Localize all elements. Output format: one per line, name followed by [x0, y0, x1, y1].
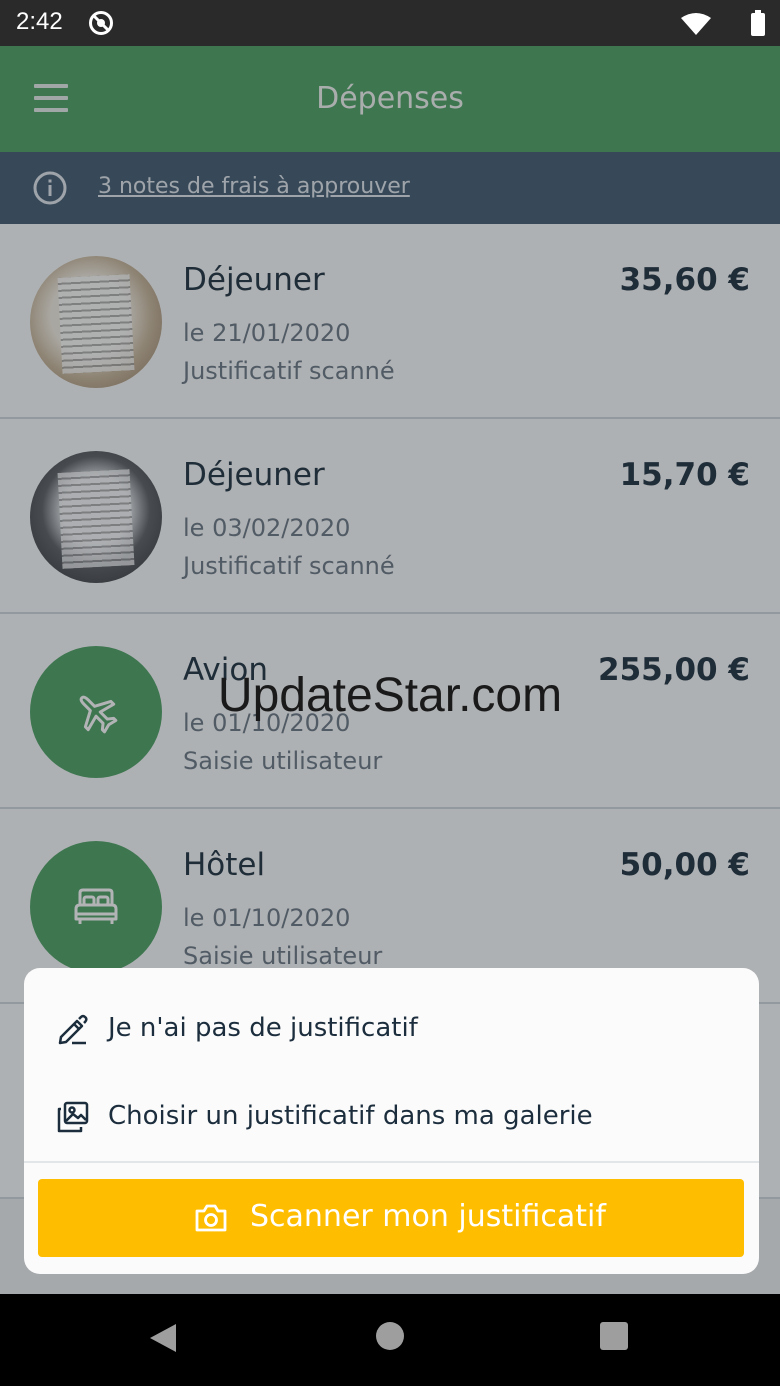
- back-icon[interactable]: [148, 1322, 178, 1354]
- watermark-text: UpdateStar.com: [217, 669, 563, 722]
- add-expense-sheet: Je n'ai pas de justificatif Choisir un j…: [24, 968, 759, 1274]
- battery-icon: [751, 10, 765, 36]
- status-bar: 2:42: [0, 0, 780, 46]
- gallery-label: Choisir un justificatif dans ma galerie: [108, 1101, 593, 1131]
- gallery-icon: [57, 1101, 89, 1133]
- do-not-disturb-icon: [89, 11, 113, 35]
- sheet-divider: [24, 1161, 759, 1163]
- no-receipt-label: Je n'ai pas de justificatif: [108, 1013, 418, 1043]
- gallery-option[interactable]: Choisir un justificatif dans ma galerie: [24, 1074, 759, 1162]
- recents-icon[interactable]: [600, 1322, 628, 1350]
- wifi-icon: [681, 13, 711, 35]
- app-screen: Dépenses 3 notes de frais à approuver Dé…: [0, 46, 780, 1294]
- scan-receipt-button[interactable]: Scanner mon justificatif: [38, 1179, 744, 1257]
- pencil-icon: [58, 1014, 88, 1045]
- scan-receipt-label: Scanner mon justificatif: [250, 1199, 606, 1234]
- home-icon[interactable]: [376, 1322, 404, 1350]
- no-receipt-option[interactable]: Je n'ai pas de justificatif: [24, 986, 759, 1074]
- status-time: 2:42: [16, 8, 63, 35]
- system-nav-bar: [0, 1294, 780, 1386]
- camera-icon: [195, 1204, 227, 1232]
